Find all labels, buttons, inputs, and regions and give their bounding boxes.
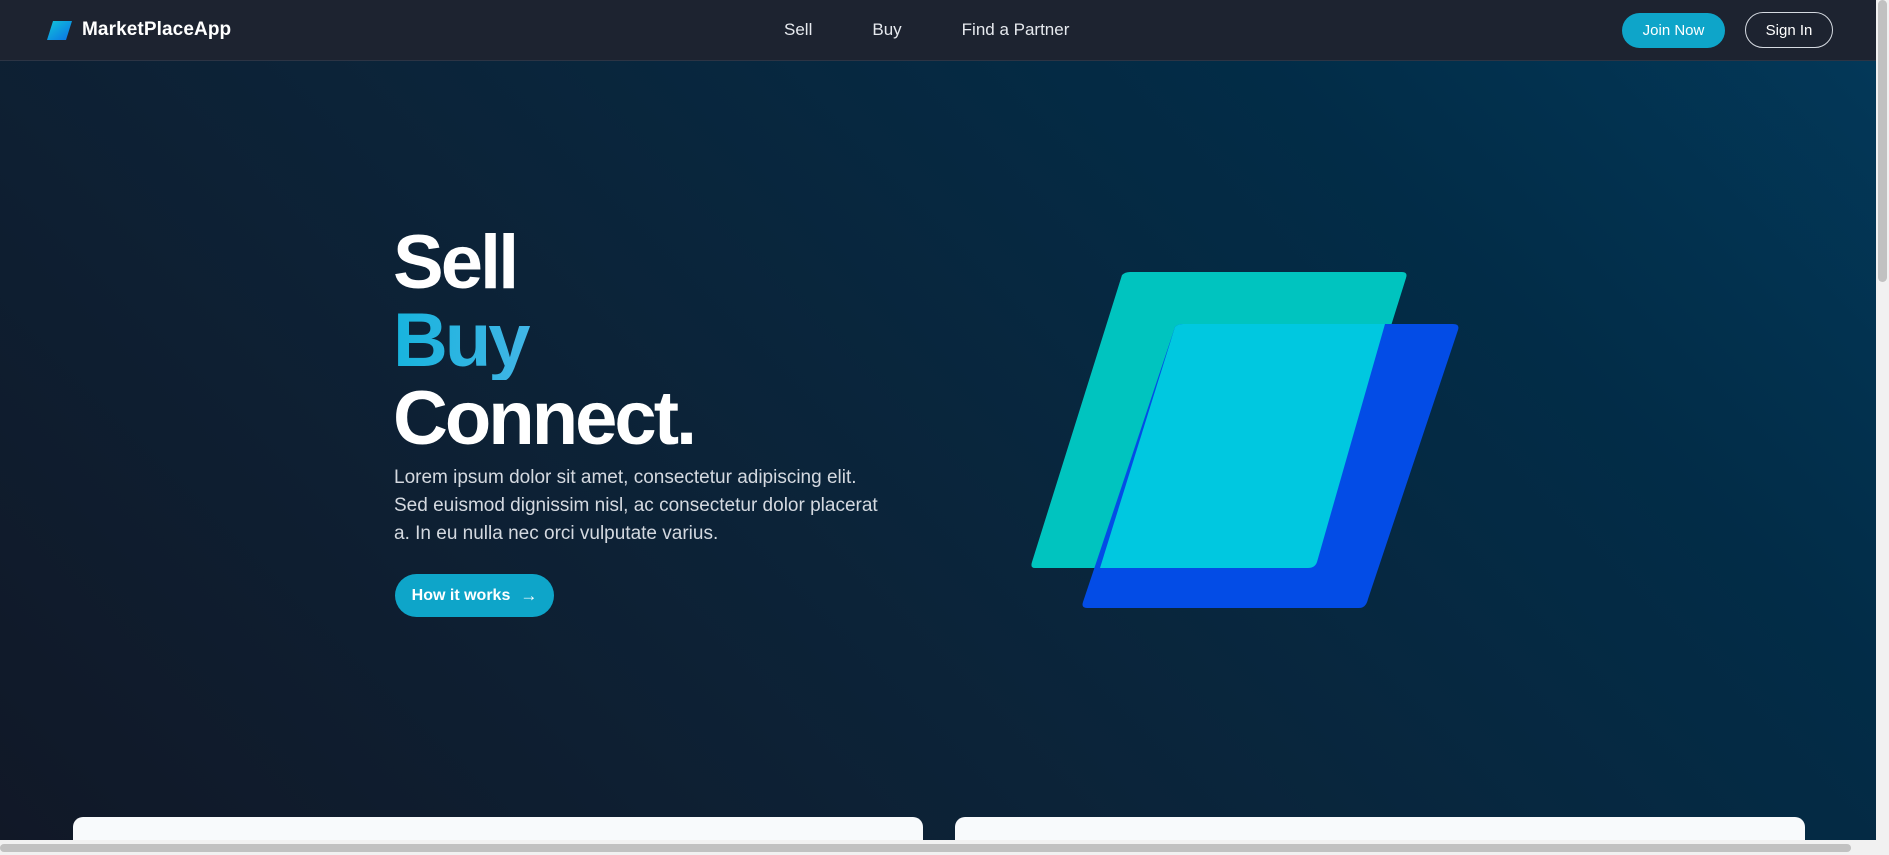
brand-name: MarketPlaceApp	[82, 19, 232, 40]
overlapping-parallelograms-illustration	[1031, 272, 1459, 608]
parallelogram-logo-icon	[47, 20, 72, 40]
how-it-works-label: How it works	[411, 586, 511, 604]
hero-title-line-buy: Buy	[393, 302, 694, 380]
hero-title-line-connect: Connect.	[393, 376, 697, 461]
vertical-scrollbar-thumb[interactable]	[1878, 0, 1887, 282]
vertical-scrollbar[interactable]	[1876, 0, 1889, 855]
navbar: MarketPlaceApp Sell Buy Find a Partner J…	[0, 0, 1876, 61]
horizontal-scrollbar[interactable]	[0, 840, 1876, 855]
nav-link-buy[interactable]: Buy	[872, 20, 901, 40]
how-it-works-button[interactable]: How it works →	[395, 574, 554, 617]
nav-link-sell[interactable]: Sell	[784, 20, 812, 40]
feature-card	[73, 817, 923, 840]
hero-description: Lorem ipsum dolor sit amet, consectetur …	[394, 467, 878, 544]
brand-home-link[interactable]: MarketPlaceApp	[47, 19, 231, 41]
horizontal-scrollbar-thumb[interactable]	[0, 844, 1851, 852]
main-nav: Sell Buy Find a Partner	[784, 20, 1069, 40]
arrow-right-icon: →	[520, 585, 538, 605]
hero-title-line-sell: Sell	[393, 220, 519, 305]
sign-in-button[interactable]: Sign In	[1745, 12, 1833, 48]
join-now-button[interactable]: Join Now	[1622, 13, 1725, 48]
hero-title: Sell Buy Connect.	[393, 220, 697, 461]
nav-link-find-partner[interactable]: Find a Partner	[962, 20, 1070, 40]
feature-card	[955, 817, 1805, 840]
page: MarketPlaceApp Sell Buy Find a Partner J…	[0, 0, 1876, 840]
